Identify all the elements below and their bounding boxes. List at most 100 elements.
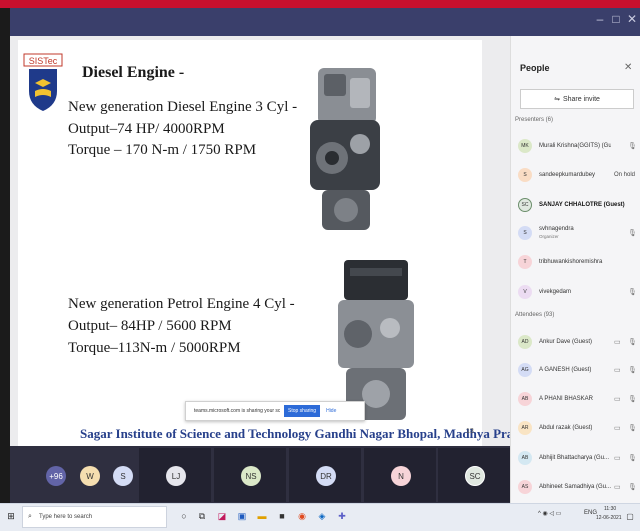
participant-name: Murali Krishna(GGITS) (Guest) <box>539 143 611 149</box>
store-icon[interactable]: ▣ <box>236 509 248 523</box>
task-view-icon[interactable]: ⧉ <box>196 509 208 523</box>
avatar: AS <box>518 480 532 494</box>
participant-name: SANJAY CHHALOTRE (Guest) <box>539 202 625 208</box>
search-placeholder: Type here to search <box>39 514 93 520</box>
notifications-icon[interactable]: ▢ <box>624 509 636 523</box>
cortana-icon[interactable]: ○ <box>178 509 190 523</box>
attendee-row[interactable]: AG A GANESH (Guest) ▭ 🎙 <box>518 358 640 382</box>
participant-avatar-ns[interactable]: NS <box>241 466 261 486</box>
mcafee-icon[interactable]: ◪ <box>216 509 228 523</box>
screen-share-notification: teams.microsoft.com is sharing your scre… <box>185 401 365 421</box>
slide-page-number: 13 <box>466 428 474 435</box>
status-text: On hold <box>614 172 636 178</box>
presenters-section-label[interactable]: Presenters (6) <box>515 117 553 123</box>
top-accent-strip <box>0 0 640 8</box>
minimize-button[interactable]: – <box>592 12 608 26</box>
chrome-icon[interactable]: ◉ <box>296 509 308 523</box>
participant-name: A PHANI BHASKAR <box>539 396 594 402</box>
participant-avatar-lj[interactable]: LJ <box>166 466 186 486</box>
presenter-row[interactable]: V vivekgedam 🎙 <box>518 280 640 304</box>
avatar: AB <box>518 451 532 465</box>
video-off-icon: ▭ <box>614 396 621 403</box>
participant-name: Ankur Dave (Guest) <box>539 339 593 345</box>
avatar: AR <box>518 421 532 435</box>
video-off-icon: ▭ <box>614 425 621 432</box>
avatar: AD <box>518 335 532 349</box>
presenter-row[interactable]: S sandeepkumardubey On hold <box>518 163 640 187</box>
hide-button[interactable]: Hide <box>326 408 336 414</box>
clock-time[interactable]: 11:30 <box>604 506 616 512</box>
participant-name: Abhineet Samadhiya (Gu... <box>539 484 611 490</box>
avatar: SC <box>518 198 532 212</box>
share-icon: ⇋ <box>554 96 560 103</box>
participant-avatar-n[interactable]: N <box>391 466 411 486</box>
organizer-label: Organizer <box>539 234 559 239</box>
teams-icon[interactable]: ✚ <box>336 509 348 523</box>
sistec-logo: SISTec <box>23 53 63 111</box>
participant-avatar-sc[interactable]: SC <box>465 466 485 486</box>
mic-off-icon: 🎙 <box>628 143 637 150</box>
presenter-row[interactable]: MK Murali Krishna(GGITS) (Guest) 🎙 <box>518 134 640 158</box>
participant-name: Abdul razak (Guest) <box>539 425 593 431</box>
mic-off-icon: 🎙 <box>628 455 637 462</box>
diesel-line-2: Output–74 HP/ 4000RPM <box>68 121 225 137</box>
clock-date[interactable]: 12-06-2021 <box>596 515 622 521</box>
attendee-row[interactable]: AB A PHANI BHASKAR ▭ 🎙 <box>518 387 640 411</box>
avatar: T <box>518 255 532 269</box>
attendee-row[interactable]: AD Ankur Dave (Guest) ▭ 🎙 <box>518 330 640 354</box>
share-invite-button[interactable]: ⇋ Share invite <box>520 89 634 109</box>
participant-name: sandeepkumardubey <box>539 172 596 178</box>
avatar: AG <box>518 363 532 377</box>
mic-off-icon: 🎙 <box>628 425 637 432</box>
presenter-row[interactable]: T tribhuwankishoremishra <box>518 250 640 274</box>
mic-off-icon: 🎙 <box>628 367 637 374</box>
attendee-row[interactable]: AB Abhijit Bhattacharya (Gu... ▭ 🎙 <box>518 446 640 470</box>
video-off-icon: ▭ <box>614 367 621 374</box>
edge-icon[interactable]: ◈ <box>316 509 328 523</box>
petrol-line-3: Torque–113N-m / 5000RPM <box>68 340 241 356</box>
attendee-row[interactable]: AR Abdul razak (Guest) ▭ 🎙 <box>518 416 640 440</box>
close-panel-button[interactable]: ✕ <box>624 62 632 73</box>
mic-off-icon: 🎙 <box>628 339 637 346</box>
participant-name: tribhuwankishoremishra <box>539 259 603 265</box>
participant-name: A GANESH (Guest) <box>539 367 592 373</box>
tray-icons[interactable]: ^ ◉ ◁ ▭ <box>538 510 561 517</box>
avatar: AB <box>518 392 532 406</box>
mic-off-icon: 🎙 <box>628 484 637 491</box>
title-bar <box>10 8 640 36</box>
lock-app-icon[interactable]: ■ <box>276 509 288 523</box>
participant-avatar-dr[interactable]: DR <box>316 466 336 486</box>
attendees-section-label[interactable]: Attendees (93) <box>515 312 554 318</box>
people-panel-title: People <box>520 63 550 73</box>
logo-text: SISTec <box>29 56 58 66</box>
stop-sharing-button[interactable]: Stop sharing <box>284 405 321 417</box>
participant-name: vivekgedam <box>539 289 572 295</box>
presenter-row[interactable]: SC SANJAY CHHALOTRE (Guest) <box>518 193 640 217</box>
diesel-line-1: New generation Diesel Engine 3 Cyl - <box>68 99 298 115</box>
overflow-participants[interactable]: +96 <box>46 466 66 486</box>
share-invite-label: Share invite <box>562 95 600 103</box>
mic-off-icon: 🎙 <box>628 396 637 403</box>
mic-off-icon: 🎙 <box>628 230 637 237</box>
avatar: S <box>518 226 532 240</box>
slide-title: Diesel Engine - <box>82 64 185 81</box>
video-off-icon: ▭ <box>614 484 621 491</box>
participant-avatar-w[interactable]: W <box>80 466 100 486</box>
video-off-icon: ▭ <box>614 339 621 346</box>
diesel-engine-image <box>310 68 380 230</box>
participant-name: svhnagendra Organizer <box>539 225 611 241</box>
avatar: V <box>518 285 532 299</box>
diesel-line-3: Torque – 170 N-m / 1750 RPM <box>68 142 257 158</box>
participant-avatar-s[interactable]: S <box>113 466 133 486</box>
file-explorer-icon[interactable]: ▬ <box>256 509 268 523</box>
attendee-row[interactable]: AS Abhineet Samadhiya (Gu... ▭ 🎙 <box>518 475 640 499</box>
presenter-row[interactable]: S svhnagendra Organizer 🎙 <box>518 221 640 245</box>
windows-start-icon[interactable]: ⊞ <box>5 509 17 523</box>
close-window-button[interactable]: ✕ <box>624 12 640 26</box>
left-edge <box>0 8 10 503</box>
participant-name: Abhijit Bhattacharya (Gu... <box>539 455 610 461</box>
taskbar-search-box[interactable]: ⌕ Type here to search <box>22 506 167 528</box>
maximize-button[interactable]: □ <box>608 12 624 26</box>
search-icon: ⌕ <box>28 513 32 520</box>
share-message: teams.microsoft.com is sharing your scre… <box>194 408 280 414</box>
